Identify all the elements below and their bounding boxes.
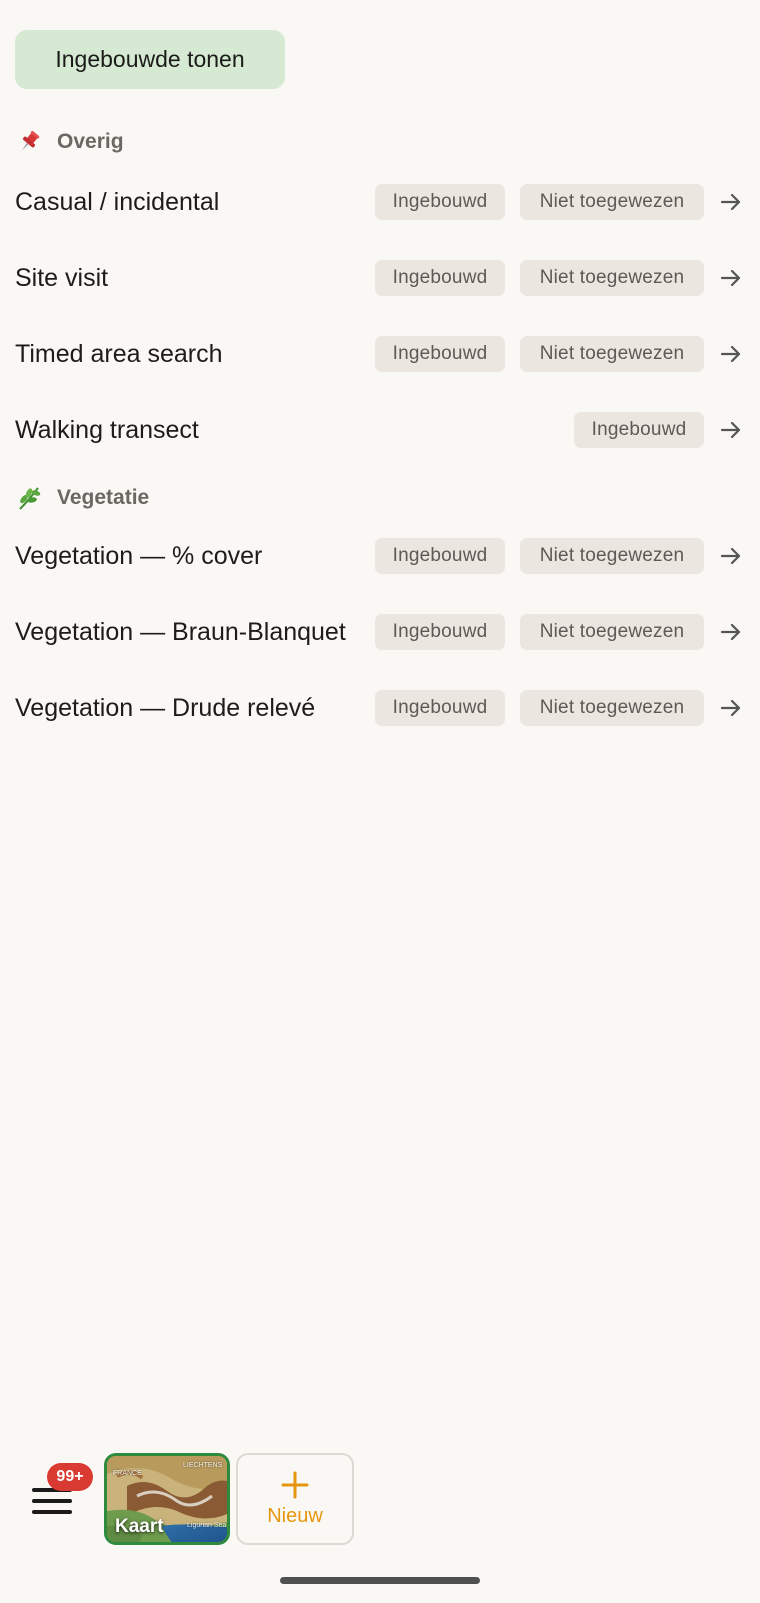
new-button[interactable]: Nieuw [236, 1453, 354, 1545]
unassigned-chip: Niet toegewezen [520, 336, 704, 372]
home-indicator[interactable] [280, 1577, 480, 1584]
list-item-vegetation-braun-blanquet[interactable]: Vegetation — Braun-Blanquet Ingebouwd Ni… [0, 602, 760, 662]
unassigned-chip: Niet toegewezen [520, 614, 704, 650]
section-header-vegetatie: Vegetatie [15, 484, 149, 512]
pushpin-icon [15, 128, 43, 156]
builtin-chip: Ingebouwd [375, 336, 505, 372]
arrow-right-icon[interactable] [718, 341, 744, 367]
unassigned-chip: Niet toegewezen [520, 538, 704, 574]
list-item-site-visit[interactable]: Site visit Ingebouwd Niet toegewezen [0, 248, 760, 308]
notification-badge: 99+ [47, 1463, 93, 1491]
arrow-right-icon[interactable] [718, 543, 744, 569]
list-item-title: Site visit [15, 263, 109, 292]
app-screen: Ingebouwde tonen Overig Casual / inciden… [0, 0, 760, 1603]
list-item-timed-area-search[interactable]: Timed area search Ingebouwd Niet toegewe… [0, 324, 760, 384]
bottom-bar: 99+ FRANCE LIECHTENS Ligurian Sea Kaart … [0, 1450, 760, 1550]
builtin-chip: Ingebouwd [375, 260, 505, 296]
herb-icon [15, 484, 43, 512]
section-header-overig: Overig [15, 128, 124, 156]
list-item-vegetation-cover[interactable]: Vegetation — % cover Ingebouwd Niet toeg… [0, 526, 760, 586]
list-item-title: Walking transect [15, 415, 199, 444]
unassigned-chip: Niet toegewezen [520, 184, 704, 220]
section-title: Overig [57, 130, 124, 153]
show-builtin-button[interactable]: Ingebouwde tonen [15, 30, 285, 89]
unassigned-chip: Niet toegewezen [520, 260, 704, 296]
list-item-title: Casual / incidental [15, 187, 220, 216]
arrow-right-icon[interactable] [718, 695, 744, 721]
builtin-chip: Ingebouwd [375, 184, 505, 220]
list-item-title: Vegetation — % cover [15, 541, 263, 570]
arrow-right-icon[interactable] [718, 265, 744, 291]
map-mini-label: LIECHTENS [183, 1462, 223, 1469]
plus-icon [281, 1471, 309, 1498]
builtin-chip: Ingebouwd [375, 614, 505, 650]
arrow-right-icon[interactable] [718, 417, 744, 443]
list-item-title: Vegetation — Drude relevé [15, 693, 316, 722]
map-tab-label: Kaart [115, 1516, 164, 1537]
builtin-chip: Ingebouwd [574, 412, 704, 448]
builtin-chip: Ingebouwd [375, 690, 505, 726]
arrow-right-icon[interactable] [718, 619, 744, 645]
map-tab-button[interactable]: FRANCE LIECHTENS Ligurian Sea Kaart [104, 1453, 230, 1545]
list-item-vegetation-drude-releve[interactable]: Vegetation — Drude relevé Ingebouwd Niet… [0, 678, 760, 738]
new-button-label: Nieuw [267, 1504, 323, 1527]
map-mini-label: Ligurian Sea [187, 1522, 227, 1529]
builtin-chip: Ingebouwd [375, 538, 505, 574]
map-mini-label: FRANCE [113, 1470, 142, 1477]
list-item-title: Timed area search [15, 339, 223, 368]
list-item-walking-transect[interactable]: Walking transect Ingebouwd [0, 400, 760, 460]
section-title: Vegetatie [57, 486, 150, 509]
unassigned-chip: Niet toegewezen [520, 690, 704, 726]
list-item-casual-incidental[interactable]: Casual / incidental Ingebouwd Niet toege… [0, 172, 760, 232]
arrow-right-icon[interactable] [718, 189, 744, 215]
list-item-title: Vegetation — Braun-Blanquet [15, 617, 346, 646]
